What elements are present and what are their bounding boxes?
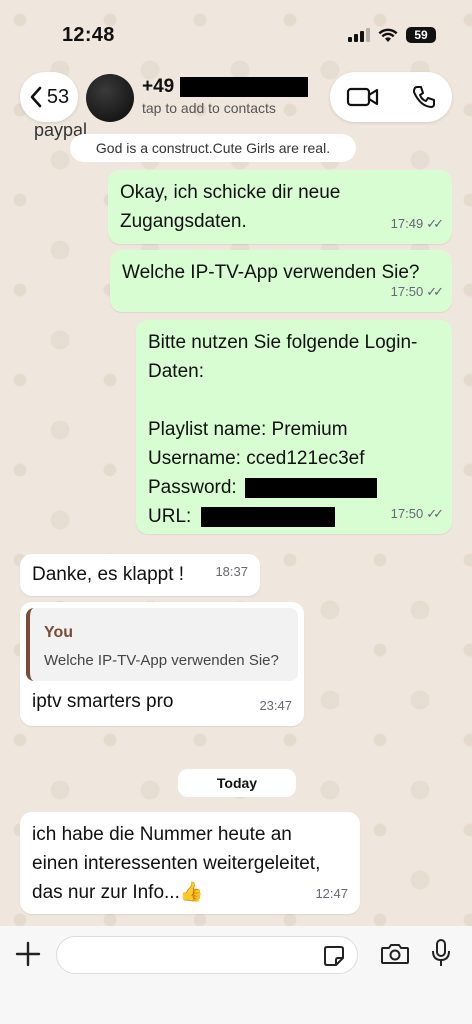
status-bar: 12:48 59 — [0, 0, 472, 70]
message-time: 18:37 — [215, 564, 248, 579]
double-check-icon: ✓✓ — [426, 284, 444, 299]
message-input[interactable] — [56, 936, 358, 974]
outgoing-message[interactable]: Welche IP-TV-App verwenden Sie? 17:50 ✓✓ — [110, 250, 452, 312]
message-line: Daten: — [148, 361, 204, 382]
incoming-message[interactable]: ich habe die Nummer heute an einen inter… — [20, 812, 360, 914]
sticker-icon[interactable] — [323, 945, 345, 967]
username-line: Username: cced121ec3ef — [148, 448, 365, 469]
outgoing-message[interactable]: Okay, ich schicke dir neue Zugangsdaten.… — [108, 170, 452, 244]
contact-subtitle: tap to add to contacts — [142, 100, 276, 116]
back-button[interactable]: 53 — [20, 72, 78, 122]
call-actions — [330, 72, 452, 122]
contact-prefix: +49 — [142, 76, 175, 97]
url-label: URL: — [148, 506, 192, 527]
message-line: Bitte nutzen Sie folgende Login- — [148, 332, 418, 353]
quote-author: You — [44, 624, 74, 641]
message-meta: 12:47 — [315, 879, 348, 908]
mic-icon[interactable] — [430, 938, 452, 968]
battery-indicator: 59 — [406, 27, 436, 43]
redacted-password — [244, 477, 377, 498]
message-text: Welche IP-TV-App verwenden Sie? — [122, 262, 420, 283]
incoming-reply-message[interactable]: You Welche IP-TV-App verwenden Sie? iptv… — [20, 602, 304, 726]
status-time: 12:48 — [62, 23, 115, 46]
chat-area[interactable]: paypal God is a construct.Cute Girls are… — [0, 120, 472, 926]
message-text: Okay, ich schicke dir neue Zugangsdaten. — [120, 182, 341, 232]
message-time: 17:50 — [390, 284, 424, 299]
unread-count: 53 — [46, 85, 70, 108]
playlist-line: Playlist name: Premium — [148, 419, 348, 440]
video-call-icon[interactable] — [346, 86, 380, 108]
message-time: 12:47 — [315, 886, 348, 901]
status-icons: 59 — [348, 27, 436, 43]
system-notice: God is a construct.Cute Girls are real. — [70, 134, 356, 162]
contact-info[interactable]: +49 tap to add to contacts — [142, 76, 309, 116]
quoted-message[interactable]: You Welche IP-TV-App verwenden Sie? — [26, 608, 298, 681]
avatar[interactable] — [86, 74, 134, 122]
message-meta: 17:50 ✓✓ — [390, 277, 444, 306]
outgoing-message[interactable]: Bitte nutzen Sie folgende Login- Daten: … — [136, 320, 452, 534]
chat-header: 53 +49 tap to add to contacts — [0, 70, 472, 126]
quote-text: Welche IP-TV-App verwenden Sie? — [44, 652, 279, 669]
date-separator: Today — [178, 769, 296, 797]
back-chevron-icon — [30, 86, 42, 108]
message-text: iptv smarters pro — [32, 691, 174, 712]
message-meta: 17:49 ✓✓ — [390, 209, 444, 238]
wifi-icon — [378, 28, 398, 42]
signal-icon — [348, 28, 370, 42]
composer-bar — [0, 926, 472, 1024]
password-label: Password: — [148, 477, 237, 498]
message-meta: 23:47 — [259, 691, 292, 720]
message-time: 17:50 — [390, 506, 424, 521]
message-time: 23:47 — [259, 698, 292, 713]
message-time: 17:49 — [390, 216, 424, 231]
message-text: ich habe die Nummer heute an einen inter… — [32, 824, 321, 903]
double-check-icon: ✓✓ — [426, 216, 444, 231]
double-check-icon: ✓✓ — [426, 506, 444, 521]
message-meta: 18:37 — [215, 557, 248, 586]
camera-icon[interactable] — [380, 942, 410, 966]
plus-icon[interactable] — [14, 940, 42, 968]
redacted-url — [201, 506, 336, 527]
redacted-number — [180, 77, 309, 97]
message-meta: 17:50 ✓✓ — [390, 499, 444, 528]
message-text: Danke, es klappt ! — [32, 564, 185, 585]
incoming-message[interactable]: Danke, es klappt ! 18:37 — [20, 554, 260, 596]
phone-icon[interactable] — [411, 84, 437, 110]
